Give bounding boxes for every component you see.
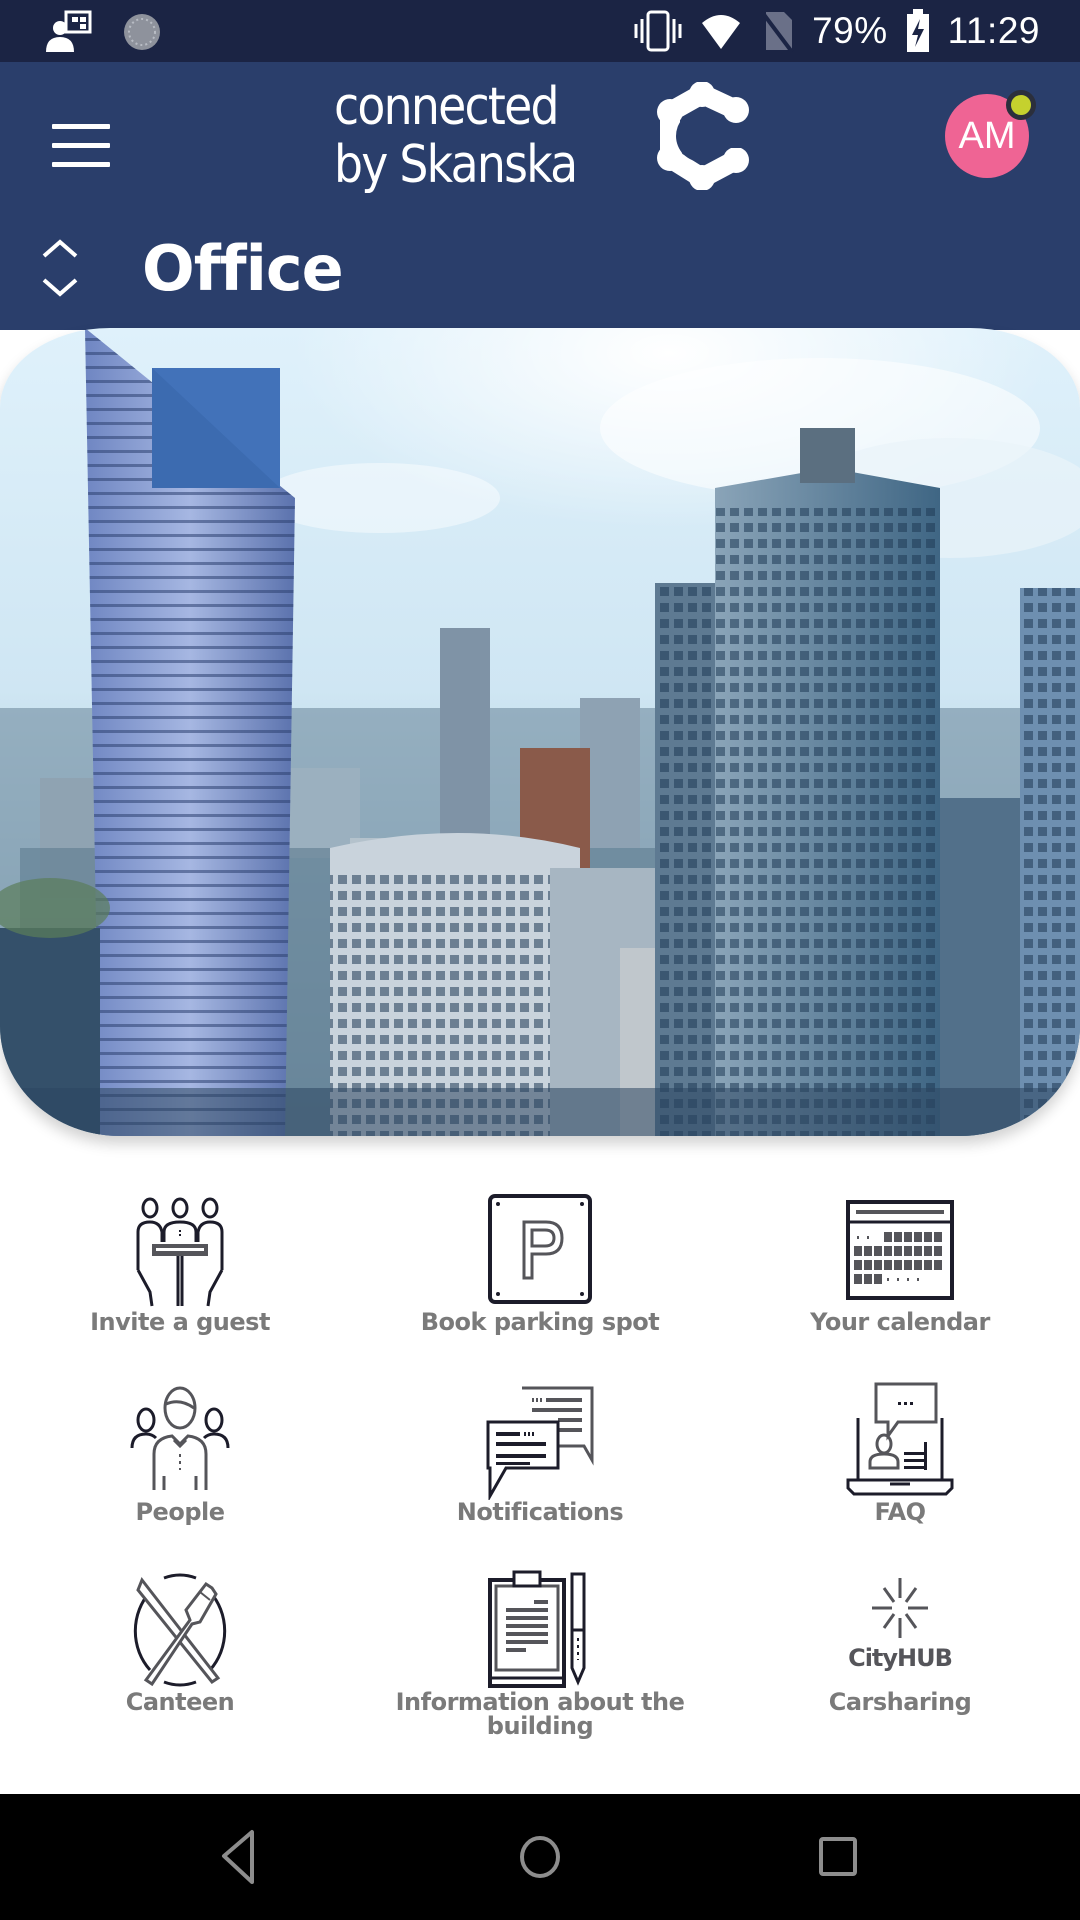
brand-wordmark: connected by Skanska bbox=[334, 77, 578, 195]
skanska-c-logo-icon bbox=[657, 82, 749, 190]
status-bar: 79% 11:29 bbox=[0, 0, 1080, 62]
tile-book-parking[interactable]: Book parking spot bbox=[360, 1190, 720, 1360]
tile-label: Invite a guest bbox=[90, 1308, 270, 1336]
system-nav-bar bbox=[0, 1794, 1080, 1920]
chat-bubbles-icon bbox=[486, 1386, 594, 1500]
hero-image bbox=[0, 328, 1080, 1136]
profile-notification-icon bbox=[46, 10, 92, 52]
tile-your-calendar[interactable]: Your calendar bbox=[720, 1190, 1080, 1360]
hamburger-line bbox=[52, 162, 110, 167]
clock: 11:29 bbox=[947, 10, 1040, 51]
avatar-status-dot bbox=[1006, 90, 1036, 120]
clipboard-pen-icon bbox=[488, 1570, 586, 1688]
meeting-guests-icon bbox=[136, 1197, 224, 1307]
calendar-days bbox=[854, 1232, 942, 1284]
brand-line-1: connected bbox=[334, 77, 560, 137]
vibrate-icon bbox=[634, 10, 682, 52]
skyline-illustration bbox=[0, 328, 1080, 1136]
sync-icon bbox=[124, 14, 160, 50]
tile-label: FAQ bbox=[874, 1498, 926, 1526]
avatar-initials: AM bbox=[958, 114, 1016, 157]
no-sim-icon bbox=[760, 10, 794, 52]
tile-label: Notifications bbox=[456, 1498, 624, 1526]
home-icon[interactable] bbox=[505, 1822, 575, 1892]
calendar-icon bbox=[846, 1200, 954, 1300]
tile-label: Carsharing bbox=[828, 1688, 972, 1716]
tile-label: Canteen bbox=[125, 1688, 235, 1716]
tile-carsharing[interactable]: CityHUB Carsharing bbox=[720, 1570, 1080, 1740]
tile-invite-guest[interactable]: Invite a guest bbox=[0, 1190, 360, 1360]
tile-people[interactable]: People bbox=[0, 1380, 360, 1550]
tile-notifications[interactable]: Notifications bbox=[360, 1380, 720, 1550]
recents-icon[interactable] bbox=[803, 1822, 873, 1892]
cityhub-icon: CityHUB bbox=[848, 1578, 953, 1672]
hamburger-icon bbox=[52, 124, 110, 129]
parking-icon bbox=[488, 1194, 592, 1304]
laptop-faq-icon bbox=[846, 1382, 954, 1496]
brand-line-2: by Skanska bbox=[334, 135, 578, 195]
battery-charging-icon bbox=[906, 9, 929, 52]
people-icon bbox=[130, 1386, 230, 1490]
hamburger-line bbox=[52, 143, 110, 148]
app-header: connected by Skanska AM Office bbox=[0, 62, 1080, 330]
battery-percent: 79% bbox=[812, 10, 888, 51]
tile-building-info[interactable]: Information about the building bbox=[360, 1570, 720, 1740]
tile-label: People bbox=[135, 1498, 225, 1526]
tile-label: Information about the building bbox=[395, 1688, 685, 1740]
location-title[interactable]: Office bbox=[142, 232, 344, 305]
chevron-up-down-icon[interactable] bbox=[38, 234, 82, 304]
tile-faq[interactable]: FAQ bbox=[720, 1380, 1080, 1550]
tile-canteen[interactable]: Canteen bbox=[0, 1570, 360, 1740]
wifi-icon bbox=[702, 15, 741, 49]
tile-label: Your calendar bbox=[810, 1308, 990, 1336]
knife-fork-icon bbox=[133, 1573, 227, 1687]
back-icon[interactable] bbox=[206, 1822, 276, 1892]
cityhub-text: CityHUB bbox=[848, 1644, 952, 1672]
tile-label: Book parking spot bbox=[420, 1308, 660, 1336]
menu-button[interactable] bbox=[44, 110, 116, 182]
